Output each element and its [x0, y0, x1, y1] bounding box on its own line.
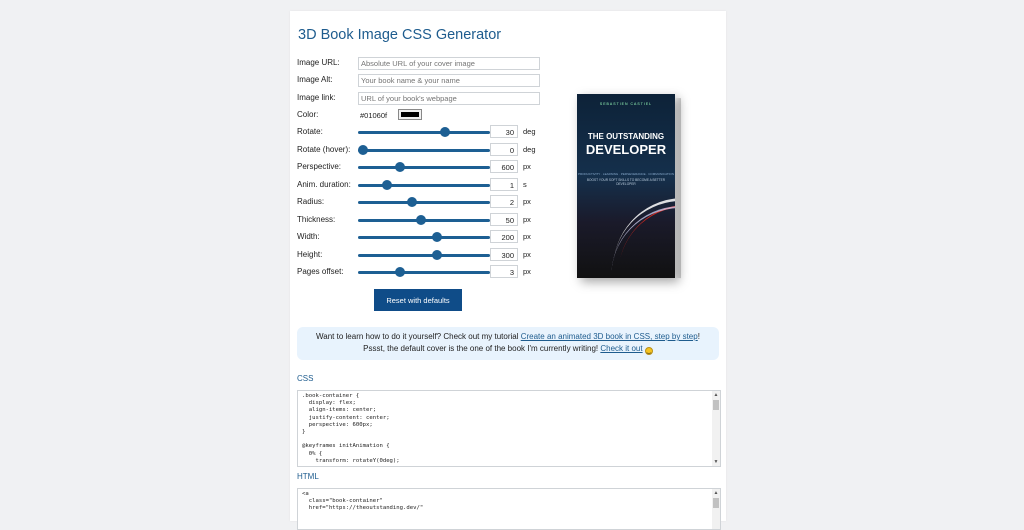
anim-duration-number-input[interactable]: 1	[490, 177, 518, 191]
pages-offset-slider[interactable]	[358, 267, 490, 277]
perspective-slider[interactable]	[358, 162, 490, 172]
book-subtitle: BOOST YOUR SOFT SKILLS TO BECOME A BETTE…	[586, 178, 666, 186]
rotate-slider-thumb[interactable]	[440, 127, 451, 137]
css-scrollbar[interactable]: ▲ ▼	[712, 391, 720, 466]
smiley-icon: ‿	[644, 347, 653, 355]
height-number-input[interactable]: 300	[490, 247, 518, 261]
height-label: Height:	[297, 249, 323, 259]
info-line-1: Want to learn how to do it yourself? Che…	[297, 332, 719, 341]
thickness-label: Thickness:	[297, 214, 336, 224]
pages-offset-number-input[interactable]: 3	[490, 265, 518, 278]
rotate-hover-slider[interactable]	[358, 144, 490, 155]
image-url-label: Image URL:	[297, 58, 340, 67]
scroll-handle[interactable]	[713, 498, 719, 508]
anim-duration-slider-thumb[interactable]	[382, 179, 393, 190]
pages-offset-label: Pages offset:	[297, 267, 344, 276]
book-cover-image: SEBASTIEN CASTIEL THE OUTSTANDING DEVELO…	[577, 94, 675, 278]
check-it-out-link[interactable]: Check it out	[600, 344, 642, 353]
height-slider[interactable]	[358, 249, 490, 260]
perspective-number-input[interactable]: 600	[490, 160, 518, 173]
image-alt-input[interactable]	[358, 74, 540, 87]
info-line-2: Pssst, the default cover is the one of t…	[297, 344, 719, 355]
scroll-handle[interactable]	[713, 400, 719, 410]
radius-label: Radius:	[297, 197, 325, 206]
rotate-hover-unit: deg	[523, 144, 536, 154]
color-hex-value[interactable]: #01060f	[360, 111, 387, 120]
color-swatch-picker[interactable]	[398, 109, 422, 120]
book-author: SEBASTIEN CASTIEL	[599, 102, 653, 106]
book-preview[interactable]: SEBASTIEN CASTIEL THE OUTSTANDING DEVELO…	[577, 94, 687, 284]
perspective-slider-thumb[interactable]	[395, 162, 406, 172]
book-tags: PRODUCTIVITY · LEARNING · PERSEVERANCE ·…	[577, 172, 675, 176]
pages-offset-unit: px	[523, 267, 531, 276]
image-url-input[interactable]	[358, 57, 540, 70]
html-scrollbar[interactable]: ▲	[712, 489, 720, 529]
perspective-label: Perspective:	[297, 162, 342, 171]
color-swatch-fill	[401, 112, 419, 117]
thickness-unit: px	[523, 214, 531, 224]
tutorial-info-box: Want to learn how to do it yourself? Che…	[297, 327, 719, 360]
rotate-hover-number-input[interactable]: 0	[490, 142, 518, 156]
book-title-line1: THE OUTSTANDING	[587, 132, 665, 141]
pages-offset-slider-thumb[interactable]	[395, 267, 406, 277]
radius-number-input[interactable]: 2	[490, 195, 518, 208]
scroll-up-icon[interactable]: ▲	[712, 489, 720, 497]
tutorial-link[interactable]: Create an animated 3D book in CSS, step …	[521, 332, 698, 341]
width-label: Width:	[297, 232, 320, 241]
css-code-box[interactable]: .book-container { display: flex; align-i…	[297, 390, 721, 467]
perspective-unit: px	[523, 162, 531, 171]
image-alt-label: Image Alt:	[297, 75, 333, 84]
book-title-line2: DEVELOPER	[585, 142, 667, 157]
width-slider[interactable]	[358, 232, 490, 242]
rotate-label: Rotate:	[297, 127, 323, 136]
color-label: Color:	[297, 110, 319, 119]
image-url-row: Image URL:	[290, 56, 726, 72]
image-link-input[interactable]	[358, 92, 540, 105]
generator-card: 3D Book Image CSS Generator Image URL: I…	[290, 11, 726, 530]
anim-duration-label: Anim. duration:	[297, 179, 351, 189]
thickness-number-input[interactable]: 50	[490, 212, 518, 226]
scroll-up-icon[interactable]: ▲	[712, 391, 720, 399]
reset-defaults-button[interactable]: Reset with defaults	[374, 289, 462, 311]
rotate-number-input[interactable]: 30	[490, 125, 518, 138]
css-section-label: CSS	[297, 374, 314, 383]
rotate-hover-slider-thumb[interactable]	[358, 144, 369, 155]
rotate-slider[interactable]	[358, 127, 490, 137]
rotate-unit: deg	[523, 127, 536, 136]
radius-unit: px	[523, 197, 531, 206]
image-alt-row: Image Alt:	[290, 73, 726, 89]
rotate-hover-label: Rotate (hover):	[297, 144, 351, 154]
info-line-2-text: Pssst, the default cover is the one of t…	[363, 344, 601, 353]
scroll-down-icon[interactable]: ▼	[712, 458, 720, 466]
css-code: .book-container { display: flex; align-i…	[302, 393, 400, 464]
width-slider-thumb[interactable]	[432, 232, 443, 242]
radius-slider-thumb[interactable]	[407, 197, 418, 207]
html-section-label: HTML	[297, 472, 319, 481]
width-number-input[interactable]: 200	[490, 230, 518, 243]
page-title: 3D Book Image CSS Generator	[298, 27, 502, 43]
width-unit: px	[523, 232, 531, 241]
height-unit: px	[523, 249, 531, 259]
height-slider-thumb[interactable]	[432, 249, 443, 260]
html-code-box[interactable]: <a class="book-container" href="https://…	[297, 488, 721, 530]
info-line-1-end: !	[697, 332, 700, 341]
info-line-1-text: Want to learn how to do it yourself? Che…	[316, 332, 521, 341]
image-link-label: Image link:	[297, 93, 336, 102]
html-code: <a class="book-container" href="https://…	[302, 491, 424, 512]
anim-duration-unit: s	[523, 179, 527, 189]
thickness-slider-thumb[interactable]	[416, 214, 427, 225]
radius-slider[interactable]	[358, 197, 490, 207]
anim-duration-slider[interactable]	[358, 179, 490, 190]
thickness-slider[interactable]	[358, 214, 490, 225]
